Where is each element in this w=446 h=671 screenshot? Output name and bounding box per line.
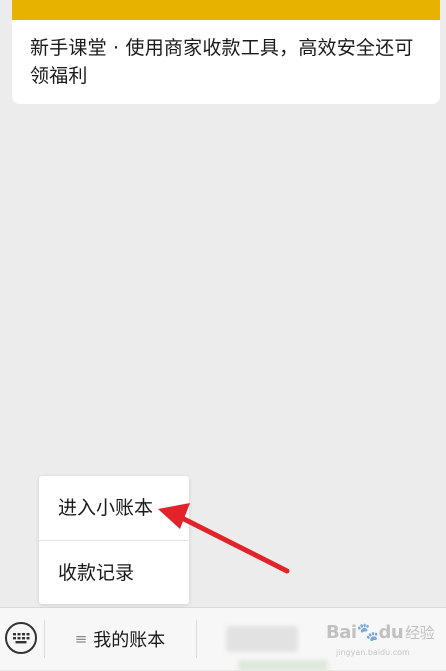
article-card[interactable]: 新手课堂 · 使用商家收款工具，高效安全还可领福利 [12,0,440,104]
baidu-paw-icon: 🐾 [356,622,379,643]
baidu-jingyan-watermark: Bai🐾du 经验 [326,622,435,643]
divider [196,620,197,658]
menu-tab-my-ledger[interactable]: ≡ 我的账本 [44,608,196,670]
keyboard-icon [13,633,30,644]
bottom-menu-bar: ≡ 我的账本 Bai🐾du 经验 jingyan.baidu.com [0,607,446,671]
blurred-menu-tab[interactable] [226,626,298,652]
blurred-strip [238,660,328,671]
keyboard-toggle-button[interactable] [5,622,37,654]
red-arrow-icon [158,503,290,574]
article-title: 新手课堂 · 使用商家收款工具，高效安全还可领福利 [30,37,414,87]
hamburger-icon: ≡ [74,630,88,648]
menu-tab-label: 我的账本 [93,630,166,651]
watermark-url: jingyan.baidu.com [336,648,410,657]
article-banner-image [12,0,440,20]
